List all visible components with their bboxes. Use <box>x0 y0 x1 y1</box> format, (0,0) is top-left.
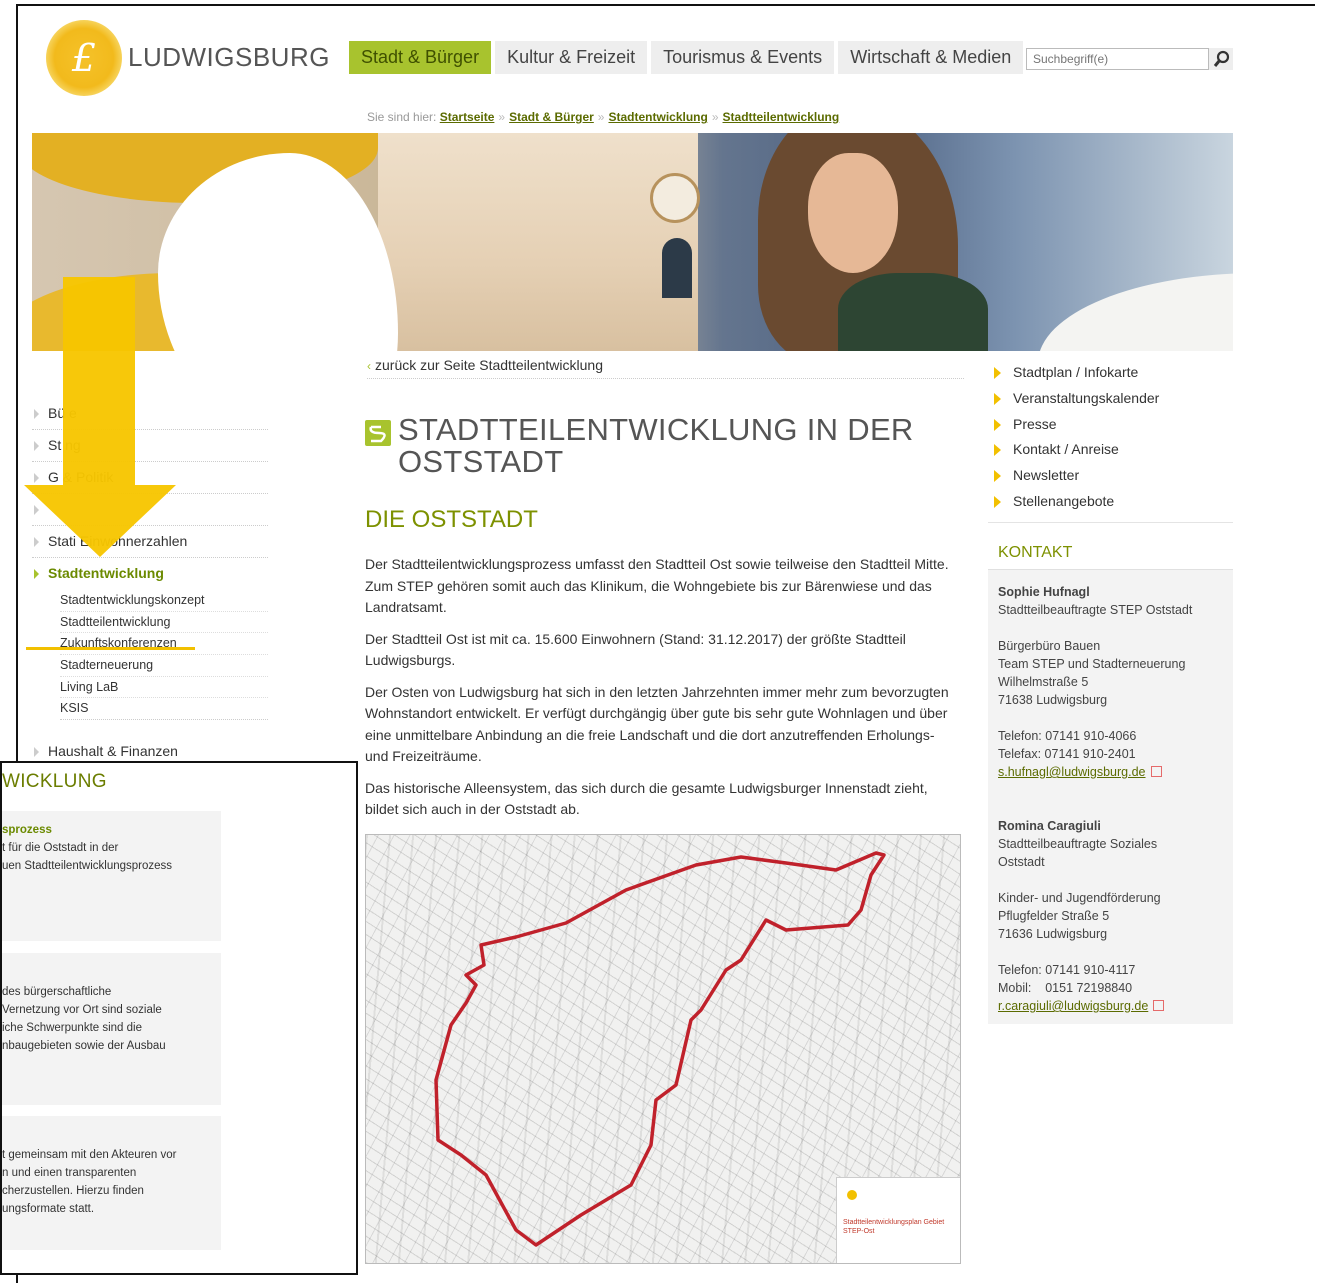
nav-wirtschaft-medien[interactable]: Wirtschaft & Medien <box>838 41 1024 74</box>
paragraph: Der Osten von Ludwigsburg hat sich in de… <box>365 683 949 765</box>
arrow-right-icon <box>994 495 1001 508</box>
nav-stadt-buerger[interactable]: Stadt & Bürger <box>349 41 492 74</box>
quicklink-veranstaltungskalender[interactable]: Veranstaltungskalender <box>989 386 1233 412</box>
quicklink-presse[interactable]: Presse <box>989 412 1233 438</box>
quicklink-stadtplan[interactable]: Stadtplan / Infokarte <box>989 360 1233 386</box>
arrow-right-icon <box>994 444 1001 457</box>
kontakt-heading: KONTAKT <box>988 537 1233 570</box>
quicklinks: Stadtplan / Infokarte Veranstaltungskale… <box>989 360 1233 515</box>
breadcrumb-stadtteilentwicklung[interactable]: Stadtteilentwicklung <box>723 110 840 124</box>
map-legend-card: Stadtteilentwicklungsplan Gebiet STEP-Os… <box>836 1177 960 1263</box>
search-input[interactable] <box>1026 48 1209 70</box>
paragraph: Das historische Alleensystem, das sich d… <box>365 779 928 818</box>
search-icon <box>1213 50 1230 67</box>
annotation-arrow-icon <box>24 277 176 557</box>
external-link-icon <box>1153 1000 1165 1011</box>
contact-name: Romina Caragiuli <box>998 819 1101 833</box>
external-link-icon <box>1150 766 1162 777</box>
breadcrumb-startseite[interactable]: Startseite <box>440 110 495 124</box>
kontakt-box: Sophie Hufnagl Stadtteilbeauftragte STEP… <box>988 570 1233 1024</box>
nav-kultur-freizeit[interactable]: Kultur & Freizeit <box>495 41 648 74</box>
contact-name: Sophie Hufnagl <box>998 585 1090 599</box>
email-link-hufnagl[interactable]: s.hufnagl@ludwigsburg.de <box>998 765 1146 779</box>
arrow-right-icon <box>994 367 1001 379</box>
hero-image <box>18 133 1233 351</box>
search-button[interactable] <box>1209 48 1233 70</box>
breadcrumb-stadt-buerger[interactable]: Stadt & Bürger <box>509 110 594 124</box>
nav-tourismus-events[interactable]: Tourismus & Events <box>651 41 835 74</box>
inset-card-2[interactable]: des bürgerschaftliche Vernetzung vor Ort… <box>2 953 221 1105</box>
sidebar-item-stadtentwicklung[interactable]: Stadtentwicklung <box>32 558 268 590</box>
paragraph: Der Stadtteilentwicklungsprozess umfasst… <box>365 556 949 615</box>
inset-card-1[interactable]: sprozess t für die Oststadt in der uen S… <box>2 811 221 941</box>
logo-text: LUDWIGSBURG <box>128 42 330 72</box>
inset-screenshot: WICKLUNG sprozess t für die Oststadt in … <box>0 761 358 1275</box>
subnav-stadtteilentwicklung[interactable]: Stadtteilentwicklung <box>60 612 268 634</box>
page-title: STADTTEILENTWICKLUNG IN DER OSTSTADT <box>398 412 914 479</box>
district-map[interactable]: Stadtteilentwicklungsplan Gebiet STEP-Os… <box>365 834 961 1264</box>
arrow-right-icon <box>994 470 1001 483</box>
quicklink-newsletter[interactable]: Newsletter <box>989 463 1233 489</box>
highlight-underline <box>26 647 195 650</box>
sidebar-subnav: Stadtentwicklungskonzept Stadtteilentwic… <box>32 590 268 721</box>
breadcrumb: Sie sind hier: Startseite» Stadt & Bürger… <box>367 110 840 124</box>
main-nav: Stadt & Bürger Kultur & Freizeit Tourism… <box>349 41 1027 74</box>
quicklink-stellenangebote[interactable]: Stellenangebote <box>989 489 1233 515</box>
page-type-icon <box>365 420 391 446</box>
chevron-left-icon: ‹ <box>367 359 371 373</box>
subnav-stadtentwicklungskonzept[interactable]: Stadtentwicklungskonzept <box>60 590 268 612</box>
subnav-stadterneuerung[interactable]: Stadterneuerung <box>60 655 268 677</box>
subnav-zukunftskonferenzen[interactable]: Zukunftskonferenzen <box>60 633 268 656</box>
arrow-right-icon <box>994 392 1001 405</box>
inset-title: WICKLUNG <box>2 771 107 792</box>
email-link-caragiuli[interactable]: r.caragiuli@ludwigsburg.de <box>998 999 1148 1013</box>
paragraph: Der Stadtteil Ost ist mit ca. 15.600 Ein… <box>365 630 906 669</box>
section-title: DIE OSTSTADT <box>365 506 538 533</box>
site-logo[interactable]: £ LUDWIGSBURG <box>46 20 329 100</box>
content-text: Der Stadtteilentwicklungsprozess umfasst… <box>365 554 957 831</box>
quicklink-kontakt[interactable]: Kontakt / Anreise <box>989 437 1233 463</box>
subnav-ksis[interactable]: KSIS <box>60 698 268 721</box>
subnav-living-lab[interactable]: Living LaB <box>60 677 268 699</box>
back-link[interactable]: ‹ zurück zur Seite Stadtteilentwicklung <box>367 357 964 379</box>
arrow-right-icon <box>994 418 1001 431</box>
breadcrumb-stadtentwicklung[interactable]: Stadtentwicklung <box>608 110 707 124</box>
logo-sun-icon: £ <box>46 20 122 96</box>
inset-card-3[interactable]: t gemeinsam mit den Akteuren vor n und e… <box>2 1116 221 1250</box>
